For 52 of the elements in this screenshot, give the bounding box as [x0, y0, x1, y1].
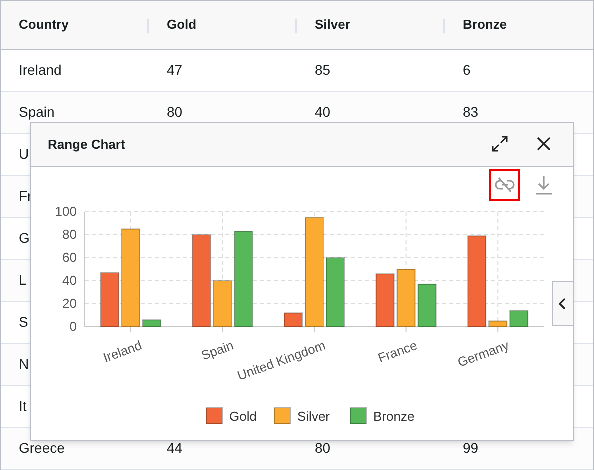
y-tick-label: 100	[55, 204, 77, 219]
table-cell-text: Spain	[19, 103, 55, 122]
table-cell-text: 80	[315, 439, 331, 458]
side-panel-toggle[interactable]	[552, 281, 574, 326]
table-cell-text: 6	[463, 61, 471, 80]
y-tick-label: 60	[62, 250, 77, 265]
table-cell-text: 99	[463, 439, 479, 458]
y-tick-label: 0	[70, 318, 77, 334]
y-tick-label: 20	[62, 296, 77, 311]
table-cell-text: G	[19, 229, 30, 248]
table-cell-text: S	[19, 313, 28, 332]
unlink-button[interactable]	[489, 168, 520, 201]
bar	[510, 310, 529, 328]
legend-label[interactable]: Gold	[230, 408, 257, 424]
bar	[326, 257, 345, 328]
legend-label[interactable]: Bronze	[374, 408, 415, 424]
expand-arrows-icon	[492, 136, 508, 152]
table-cell-text: 85	[315, 61, 331, 80]
table-cell-text: 80	[167, 103, 183, 122]
x-tick-label: France	[376, 337, 420, 366]
table-cell-text: U	[19, 145, 30, 164]
table-cell-text: 44	[167, 439, 183, 458]
column-header[interactable]: Silver	[315, 15, 350, 35]
bar	[418, 283, 437, 328]
table-cell-text: L	[19, 271, 27, 290]
dialog-title: Range Chart	[48, 136, 126, 154]
table-cell-text: 83	[463, 103, 479, 122]
column-header[interactable]: Country	[19, 15, 69, 35]
bar	[100, 272, 120, 328]
bar	[142, 319, 162, 328]
y-tick-label: 40	[62, 272, 77, 288]
y-tick-label: 80	[62, 226, 77, 242]
table-cell-text: 40	[315, 103, 331, 122]
table-cell-text: It	[19, 397, 27, 416]
table-cell-text: N	[19, 355, 30, 374]
bar	[376, 273, 395, 328]
table-cell-text: Greece	[19, 439, 65, 458]
x-tick-label: Ireland	[101, 337, 144, 365]
table-cell-text: 47	[167, 61, 183, 80]
download-icon	[535, 174, 553, 195]
legend-label[interactable]: Silver	[298, 408, 330, 424]
bar	[284, 312, 303, 328]
column-header[interactable]: Gold	[167, 15, 197, 35]
chevron-left-icon	[559, 298, 567, 310]
column-header[interactable]: Bronze	[463, 15, 508, 35]
table-cell-text: Ireland	[19, 61, 62, 80]
bar	[213, 280, 232, 328]
x-tick-label: Spain	[199, 337, 236, 363]
close-icon	[537, 137, 551, 152]
broken-link-icon	[494, 176, 514, 193]
bar	[488, 320, 508, 328]
bar	[396, 268, 416, 328]
